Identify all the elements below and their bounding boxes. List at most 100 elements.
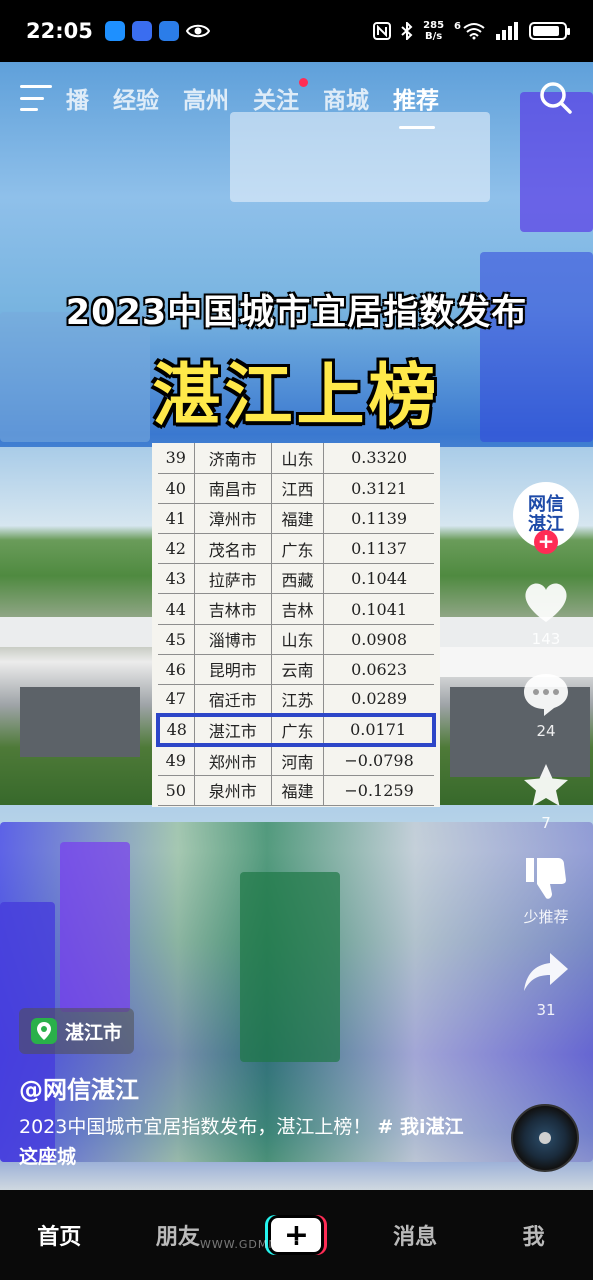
translate-app-icon [158,21,179,41]
table-cell-province: 河南 [271,744,325,776]
table-cell-score: 0.3320 [323,443,434,474]
table-cell-rank: 46 [158,654,195,686]
dislike-button[interactable]: 少推荐 [520,852,572,927]
table-cell-score: 0.0289 [323,684,434,716]
battery-icon [529,22,570,40]
table-cell-score: 0.0623 [323,654,434,686]
assistant-app-icon [131,21,152,41]
table-cell-province: 广东 [271,712,325,747]
table-cell-province: 山东 [271,624,325,655]
table-cell-rank: 45 [158,624,195,655]
location-label: 湛江市 [65,1021,123,1044]
search-icon[interactable] [539,81,573,115]
table-row: 46 昆明市 云南 0.0623 [158,654,434,686]
table-row: 42 茂名市 广东 0.1137 [158,533,434,565]
dislike-label: 少推荐 [523,908,569,926]
tab-0[interactable]: 播 [66,81,89,115]
table-cell-city: 吉林市 [194,593,272,625]
table-cell-province: 福建 [271,775,325,806]
table-row: 45 淄博市 山东 0.0908 [158,624,434,655]
side-actions: 网信湛江 + 143 24 7 少推荐 31 [511,482,581,1019]
location-tag[interactable]: 湛江市 [19,1008,135,1054]
bluetooth-icon [401,22,413,40]
table-cell-city: 南昌市 [194,473,272,504]
net-speed-value: 285 [423,20,445,31]
table-row: 50 泉州市 福建 −0.1259 [158,775,434,806]
table-cell-score: 0.3121 [323,473,434,504]
comment-count: 24 [536,722,556,740]
table-row: 47 宿迁市 江苏 0.0289 [158,684,434,716]
caption-text: 2023中国城市宜居指数发布，湛江上榜！ [19,1116,372,1138]
watermark: WWW.GDMM.COM [200,1238,313,1251]
table-cell-score: 0.0908 [323,624,434,655]
table-row: 49 郑州市 河南 −0.0798 [158,744,434,776]
heart-icon [525,583,567,622]
table-cell-province: 江苏 [271,684,325,716]
nfc-icon [373,22,392,40]
share-button[interactable]: 31 [520,947,572,1019]
follow-button[interactable]: + [534,530,558,554]
tab-5[interactable]: 推荐 [393,81,439,129]
nav-me[interactable]: 我 [474,1219,593,1251]
ranking-table: 39 济南市 山东 0.3320 40 南昌市 江西 0.3121 41 漳州市 福建 0.1139 4… [152,443,440,807]
nav-tabs: 播经验 高州 关注 商城 推荐 [66,78,439,129]
table-cell-city: 淄博市 [194,624,272,655]
message-app-icon [104,21,125,41]
favorite-count: 7 [541,814,551,832]
table-cell-city: 漳州市 [194,503,272,535]
table-cell-city: 泉州市 [194,775,272,806]
table-cell-rank: 39 [158,443,195,474]
table-row: 48 湛江市 广东 0.0171 [155,712,437,747]
video-title-line1: 2023中国城市宜居指数发布 [65,293,528,333]
nav-home[interactable]: 首页 [0,1219,119,1251]
blurred-frame-block [240,872,340,1062]
thumbs-down-icon [526,858,566,899]
comment-button[interactable]: 24 [520,668,572,740]
table-row: 41 漳州市 福建 0.1139 [158,503,434,535]
table-row: 43 拉萨市 西藏 0.1044 [158,563,434,595]
table-cell-rank: 40 [158,473,195,504]
table-cell-score: 0.1137 [323,533,434,565]
wifi-icon [463,23,485,40]
table-cell-score: 0.1041 [323,593,434,625]
table-cell-rank: 47 [158,684,195,716]
music-disc-icon[interactable] [511,1104,579,1172]
favorite-button[interactable]: 7 [520,760,572,832]
table-cell-score: 0.0171 [323,712,437,747]
tab-1[interactable]: 经验 [113,81,159,115]
table-cell-province: 广东 [271,533,325,565]
menu-icon[interactable] [20,85,52,111]
tab-3[interactable]: 关注 [253,78,308,115]
table-cell-city: 昆明市 [194,654,272,686]
table-cell-score: 0.1139 [323,503,434,535]
table-cell-city: 宿迁市 [194,684,272,716]
table-cell-province: 山东 [271,443,325,474]
signal-label: 6 [454,20,461,32]
table-cell-rank: 48 [155,712,195,747]
table-cell-score: 0.1044 [323,563,434,595]
nav-messages[interactable]: 消息 [356,1219,475,1251]
table-cell-rank: 41 [158,503,195,535]
author-avatar[interactable]: 网信湛江 + [513,482,579,554]
table-cell-city: 湛江市 [194,712,272,747]
table-cell-province: 江西 [271,473,325,504]
table-cell-rank: 44 [158,593,195,625]
tab-2[interactable]: 高州 [183,81,229,115]
share-arrow-icon [524,953,568,991]
video-title-line2: 湛江上榜 [152,357,441,436]
table-cell-city: 茂名市 [194,533,272,565]
net-speed: 285 B/s [423,20,444,42]
table-cell-province: 云南 [271,654,325,686]
share-count: 31 [536,1001,556,1019]
author-name[interactable]: @网信湛江 [19,1070,139,1105]
tab-4[interactable]: 商城 [323,81,369,115]
eye-icon [185,24,210,38]
bottom-nav: 首页 朋友 + 消息 我 [0,1190,593,1280]
status-bar: 22:05 285 B/s 6 [0,0,593,62]
table-cell-city: 郑州市 [194,744,272,776]
table-cell-province: 吉林 [271,593,325,625]
top-nav: 播经验 高州 关注 商城 推荐 [0,62,593,134]
video-caption: 2023中国城市宜居指数发布，湛江上榜！ # 我i湛江这座城 [19,1112,469,1172]
table-cell-rank: 50 [158,775,195,806]
like-button[interactable]: 143 [520,576,572,648]
